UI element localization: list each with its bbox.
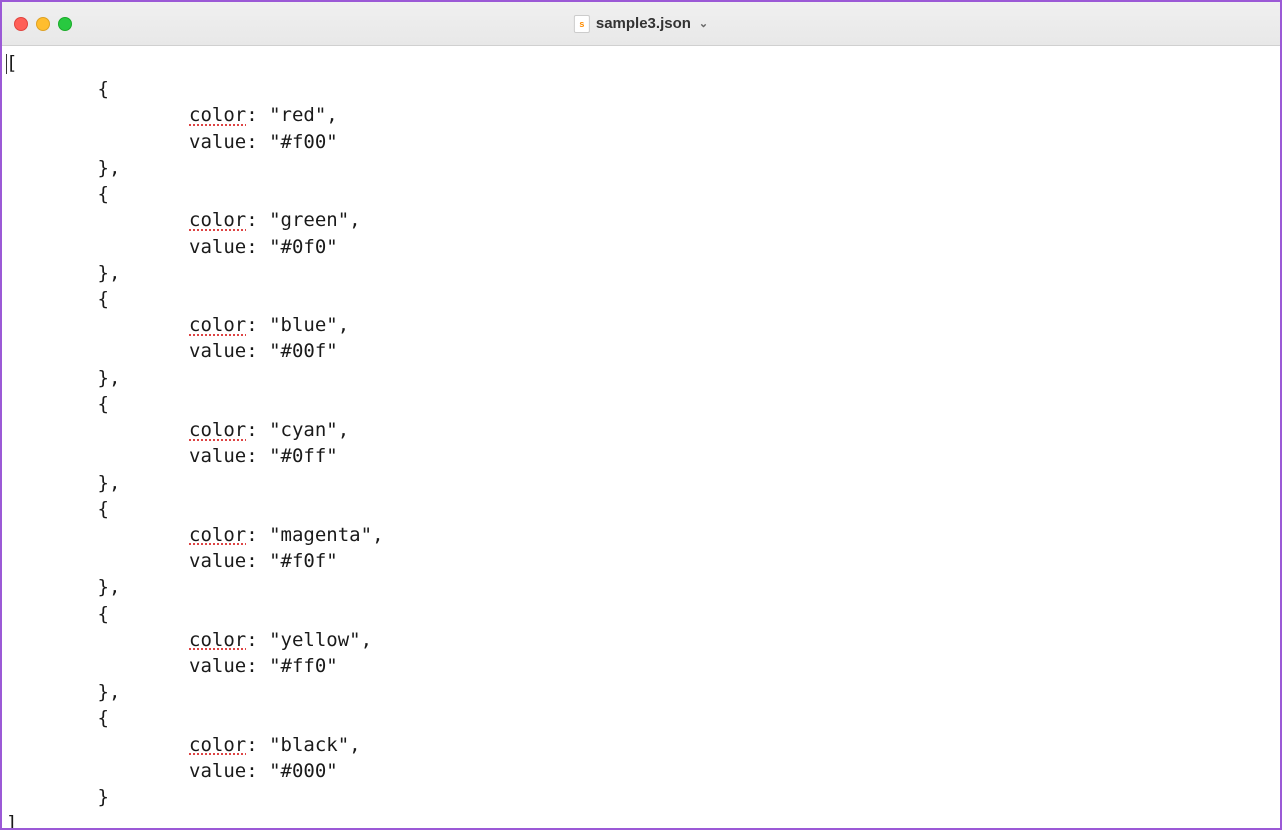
json-key-color: color xyxy=(189,209,246,231)
code-line: color: "magenta", xyxy=(6,522,1276,548)
json-key-value: value xyxy=(189,550,246,572)
code-editor[interactable]: [ { color: "red", value: "#f00" }, { col… xyxy=(2,46,1280,828)
code-line: value: "#f0f" xyxy=(6,548,1276,574)
json-key-value: value xyxy=(189,236,246,258)
json-key-color: color xyxy=(189,734,246,756)
code-line: value: "#00f" xyxy=(6,338,1276,364)
code-line: }, xyxy=(6,365,1276,391)
code-line: { xyxy=(6,76,1276,102)
code-line: color: "blue", xyxy=(6,312,1276,338)
code-line: { xyxy=(6,391,1276,417)
code-line: { xyxy=(6,705,1276,731)
file-icon: s xyxy=(574,15,590,33)
code-line: { xyxy=(6,496,1276,522)
code-line: value: "#000" xyxy=(6,758,1276,784)
code-line: color: "green", xyxy=(6,207,1276,233)
code-line: value: "#f00" xyxy=(6,129,1276,155)
code-line: value: "#0ff" xyxy=(6,443,1276,469)
code-line: }, xyxy=(6,260,1276,286)
window-minimize-button[interactable] xyxy=(36,17,50,31)
code-line: ] xyxy=(6,810,1276,828)
code-line: { xyxy=(6,601,1276,627)
filename-label: sample3.json xyxy=(596,15,691,32)
code-line: color: "black", xyxy=(6,732,1276,758)
text-cursor xyxy=(6,54,7,74)
title-filename-dropdown[interactable]: s sample3.json ⌄ xyxy=(574,15,708,33)
code-line: }, xyxy=(6,574,1276,600)
json-key-value: value xyxy=(189,445,246,467)
code-line: value: "#0f0" xyxy=(6,234,1276,260)
json-key-color: color xyxy=(189,524,246,546)
code-line: }, xyxy=(6,155,1276,181)
window-close-button[interactable] xyxy=(14,17,28,31)
code-line: }, xyxy=(6,679,1276,705)
window-titlebar: s sample3.json ⌄ xyxy=(2,2,1280,46)
json-key-value: value xyxy=(189,655,246,677)
window-maximize-button[interactable] xyxy=(58,17,72,31)
json-key-color: color xyxy=(189,314,246,336)
json-key-value: value xyxy=(189,131,246,153)
code-line: [ xyxy=(6,50,1276,76)
code-line: color: "cyan", xyxy=(6,417,1276,443)
code-line: value: "#ff0" xyxy=(6,653,1276,679)
code-line: }, xyxy=(6,470,1276,496)
json-key-value: value xyxy=(189,340,246,362)
window-controls xyxy=(14,17,72,31)
json-key-value: value xyxy=(189,760,246,782)
json-key-color: color xyxy=(189,104,246,126)
code-line: { xyxy=(6,286,1276,312)
code-line: } xyxy=(6,784,1276,810)
code-line: color: "yellow", xyxy=(6,627,1276,653)
json-key-color: color xyxy=(189,629,246,651)
code-line: color: "red", xyxy=(6,102,1276,128)
json-key-color: color xyxy=(189,419,246,441)
code-line: { xyxy=(6,181,1276,207)
chevron-down-icon: ⌄ xyxy=(699,17,708,30)
